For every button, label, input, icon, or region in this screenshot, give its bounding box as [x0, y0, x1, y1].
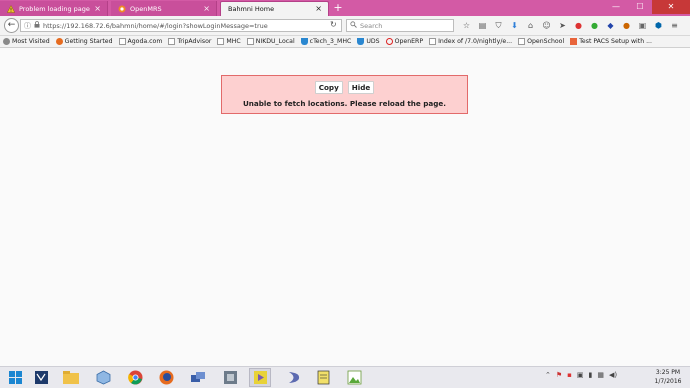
clock-time: 3:25 PM — [655, 369, 681, 376]
new-tab-button[interactable]: + — [331, 1, 345, 15]
power-icon[interactable]: ▮ — [589, 371, 593, 379]
tab-bahmni-home[interactable]: Bahmni Home × — [220, 1, 329, 16]
page-icon — [118, 38, 126, 45]
bookmark-icon — [570, 38, 578, 45]
search-placeholder: Search — [360, 21, 383, 30]
addon-icon[interactable]: ⬢ — [652, 19, 665, 32]
page-icon — [168, 38, 176, 45]
page-icon — [217, 38, 225, 45]
bookmark-openschool[interactable]: OpenSchool — [518, 38, 564, 45]
bookmark-star-icon[interactable]: ☆ — [460, 19, 473, 32]
virtualbox-icon[interactable] — [92, 368, 114, 387]
bookmark-mhc[interactable]: MHC — [217, 38, 241, 45]
page-icon — [429, 38, 437, 45]
lock-icon — [34, 21, 40, 30]
error-message: Unable to fetch locations. Please reload… — [242, 99, 447, 108]
shield-icon — [357, 38, 365, 45]
clock-date: 1/7/2016 — [654, 378, 682, 385]
bookmark-openerp[interactable]: OpenERP — [385, 38, 423, 45]
home-icon[interactable]: ⌂ — [524, 19, 537, 32]
send-icon[interactable]: ➤ — [556, 19, 569, 32]
close-icon[interactable]: × — [94, 4, 101, 13]
bookmark-getting-started[interactable]: Getting Started — [55, 38, 113, 45]
network-status-icon[interactable]: ▦ — [597, 371, 604, 379]
chat-icon[interactable]: ☺ — [540, 19, 553, 32]
pocket-icon[interactable]: ⛉ — [492, 19, 505, 32]
tab-label: OpenMRS — [130, 4, 162, 13]
page-content: Copy Hide Unable to fetch locations. Ple… — [0, 48, 690, 367]
bookmarks-bar: Most Visited Getting Started Agoda.com T… — [0, 36, 690, 48]
browser-tab-bar: Problem loading page × OpenMRS × Bahmni … — [0, 0, 690, 16]
openmrs-icon — [118, 5, 126, 13]
info-icon[interactable]: ⓘ — [24, 21, 31, 31]
hide-button[interactable]: Hide — [347, 81, 375, 94]
tab-label: Bahmni Home — [228, 5, 275, 13]
close-icon[interactable]: × — [203, 4, 210, 13]
start-icon[interactable] — [4, 368, 26, 387]
addon-icon[interactable]: ● — [572, 19, 585, 32]
copy-button[interactable]: Copy — [314, 81, 343, 94]
minimize-icon[interactable]: — — [604, 0, 628, 14]
windows-taskbar: ⌃ ⚑ ▪ ▣ ▮ ▦ ◀) 3:25 PM 1/7/2016 — [0, 366, 690, 388]
firefox-icon — [55, 38, 63, 45]
bookmark-uds[interactable]: UDS — [357, 38, 380, 45]
eclipse-icon[interactable] — [282, 368, 304, 387]
reload-icon[interactable]: ↻ — [330, 20, 337, 29]
tab-problem-loading-page[interactable]: Problem loading page × — [0, 1, 108, 16]
reading-list-icon[interactable]: ▤ — [476, 19, 489, 32]
bookmark-nikdu-local[interactable]: NIKDU_Local — [246, 38, 295, 45]
navigation-bar: ← ⓘ https://192.168.72.6/bahmni/home/#/l… — [0, 16, 690, 36]
tab-label: Problem loading page — [19, 4, 90, 13]
defender-icon[interactable]: ▪ — [567, 371, 572, 379]
toolbar-icons: ☆ ▤ ⛉ ⬇ ⌂ ☺ ➤ ● ● ◆ ● ▣ ⬢ ≡ — [460, 19, 681, 32]
close-icon[interactable]: × — [315, 5, 322, 13]
opera-icon — [385, 38, 393, 45]
bookmark-test-pacs[interactable]: Test PACS Setup with ... — [570, 38, 652, 45]
download-icon[interactable]: ⬇ — [508, 19, 521, 32]
bookmark-most-visited[interactable]: Most Visited — [3, 38, 50, 45]
volume-icon[interactable]: ◀) — [609, 371, 617, 379]
media-icon[interactable] — [249, 368, 271, 387]
network-icon[interactable] — [187, 368, 209, 387]
window-controls: — ☐ ✕ — [604, 0, 690, 16]
bookmark-index-nightly[interactable]: Index of /7.0/nightly/e... — [429, 38, 512, 45]
maximize-icon[interactable]: ☐ — [628, 0, 652, 14]
system-clock[interactable]: 3:25 PM 1/7/2016 — [650, 368, 686, 386]
address-bar[interactable]: ⓘ https://192.168.72.6/bahmni/home/#/log… — [20, 19, 342, 32]
show-hidden-icons-icon[interactable]: ⌃ — [545, 371, 551, 379]
terminal-icon[interactable] — [30, 368, 52, 387]
vmware-icon[interactable] — [219, 368, 241, 387]
chrome-icon[interactable] — [124, 368, 146, 387]
addon-icon[interactable]: ● — [620, 19, 633, 32]
flag-icon[interactable]: ⚑ — [556, 371, 562, 379]
app-icon[interactable]: ▣ — [577, 371, 584, 379]
error-actions: Copy Hide — [222, 81, 467, 94]
close-window-icon[interactable]: ✕ — [652, 0, 690, 14]
search-icon — [350, 21, 357, 30]
addon-icon[interactable]: ▣ — [636, 19, 649, 32]
page-icon — [246, 38, 254, 45]
addon-icon[interactable]: ● — [588, 19, 601, 32]
gear-icon — [3, 38, 10, 45]
shield-icon — [300, 38, 308, 45]
warning-icon — [7, 4, 15, 13]
tab-openmrs[interactable]: OpenMRS × — [111, 1, 217, 16]
page-icon — [518, 38, 526, 45]
search-input[interactable]: Search — [346, 19, 454, 32]
bookmark-agoda[interactable]: Agoda.com — [118, 38, 162, 45]
bookmark-ctech-3-mhc[interactable]: cTech_3_MHC — [300, 38, 351, 45]
firefox-icon[interactable] — [155, 368, 177, 387]
explorer-icon[interactable] — [60, 368, 82, 387]
photo-icon[interactable] — [343, 368, 365, 387]
bookmark-tripadvisor[interactable]: TripAdvisor — [168, 38, 211, 45]
addon-icon[interactable]: ◆ — [604, 19, 617, 32]
url-text: https://192.168.72.6/bahmni/home/#/login… — [43, 21, 268, 30]
menu-icon[interactable]: ≡ — [668, 19, 681, 32]
notes-icon[interactable] — [312, 368, 334, 387]
system-tray: ⌃ ⚑ ▪ ▣ ▮ ▦ ◀) — [545, 371, 617, 379]
error-message-box: Copy Hide Unable to fetch locations. Ple… — [221, 75, 468, 114]
back-button[interactable]: ← — [4, 18, 19, 33]
